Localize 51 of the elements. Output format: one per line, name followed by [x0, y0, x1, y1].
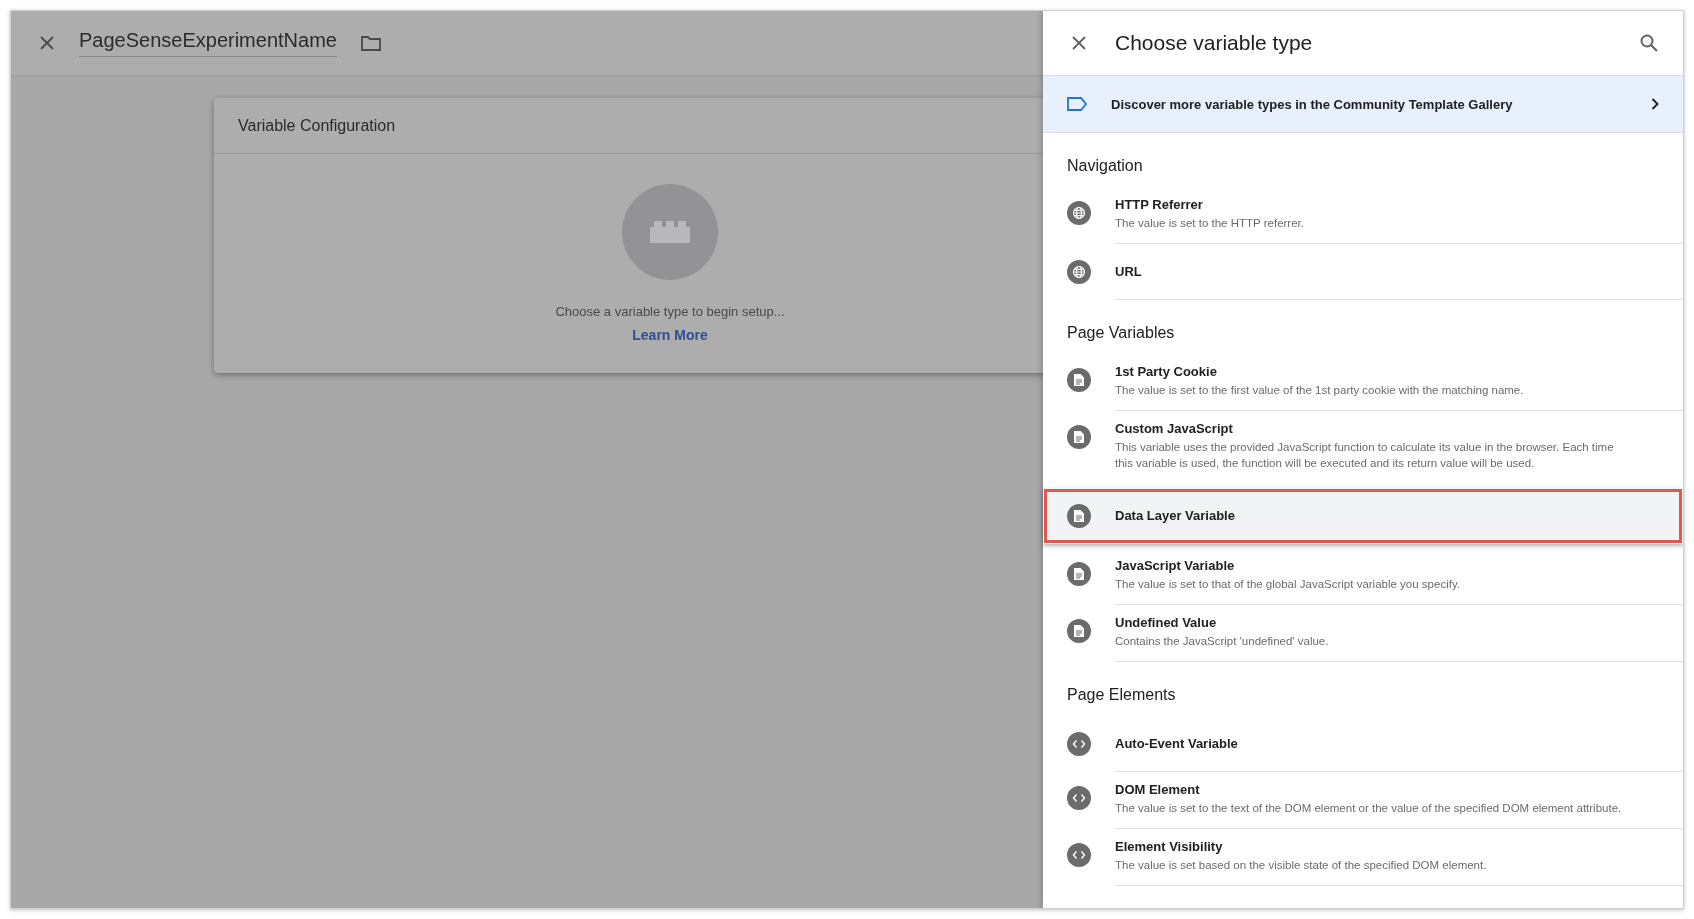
item-title: Undefined Value [1115, 615, 1218, 630]
card-title: Variable Configuration [238, 116, 396, 135]
item-description: The value is set to the text of the DOM element or the value of the specified DOM element attribute. [1115, 801, 1623, 816]
item-title: Auto-Event Variable [1115, 736, 1239, 751]
empty-state-text: Choose a variable type to begin setup... [555, 304, 785, 319]
variable-type-item[interactable]: URL [1043, 244, 1683, 300]
item-title: DOM Element [1115, 782, 1201, 797]
item-description: The value is set to the HTTP referrer. [1115, 216, 1305, 231]
item-title: HTTP Referrer [1115, 197, 1204, 212]
item-description: Contains the JavaScript 'undefined' value. [1115, 634, 1330, 649]
tag-icon [1067, 97, 1087, 111]
globe-icon [1072, 265, 1086, 279]
variable-type-item[interactable]: DOM Element The value is set to the text of the DOM element or the value of the specified DOM element attribute. [1043, 772, 1683, 829]
document-icon [1073, 509, 1085, 523]
item-title: Custom JavaScript [1115, 421, 1234, 436]
code-icon [1072, 739, 1086, 749]
variable-type-item[interactable]: Undefined Value Contains the JavaScript 'undefined' value. [1043, 605, 1683, 662]
document-icon [1073, 430, 1085, 444]
chevron-right-icon [1651, 98, 1659, 110]
variable-type-item[interactable]: JavaScript Variable The value is set to that of the global JavaScript variable you specify. [1043, 548, 1683, 605]
code-icon [1072, 850, 1086, 860]
item-description: The value is set to the first value of the 1st party cookie with the matching name. [1115, 383, 1525, 398]
section-heading: Page Variables [1066, 323, 1176, 343]
variable-type-item[interactable]: 1st Party Cookie The value is set to the first value of the 1st party cookie with the matching name. [1043, 354, 1683, 411]
item-description: The value is set to that of the global JavaScript variable you specify. [1115, 577, 1461, 592]
variable-type-item[interactable]: Auto-Event Variable [1043, 716, 1683, 772]
variable-type-item[interactable]: Element Visibility The value is set based on the visible state of the specified DOM element. [1043, 829, 1683, 886]
globe-icon [1072, 206, 1086, 220]
item-title: 1st Party Cookie [1115, 364, 1218, 379]
variable-type-item[interactable]: Data Layer Variable [1043, 488, 1683, 544]
close-icon [1071, 35, 1087, 51]
section-heading: Page Elements [1066, 685, 1177, 705]
folder-icon [360, 35, 381, 51]
learn-more-link[interactable]: Learn More [632, 327, 708, 343]
document-icon [1073, 373, 1085, 387]
search-icon [1639, 33, 1659, 53]
section-heading: Navigation [1066, 156, 1144, 176]
code-icon [1072, 793, 1086, 803]
item-title: Data Layer Variable [1115, 508, 1236, 523]
item-title: URL [1115, 264, 1143, 279]
name-field[interactable]: PageSenseExperimentName [79, 29, 337, 57]
item-description: This variable uses the provided JavaScript function to calculate its value in the browser. Each time this variable is used, the function will be executed and its return value will be used. [1115, 440, 1615, 471]
item-title: JavaScript Variable [1115, 558, 1236, 573]
item-title: Element Visibility [1115, 839, 1224, 854]
close-icon [39, 35, 55, 51]
document-icon [1073, 624, 1085, 638]
document-icon [1073, 567, 1085, 581]
variable-type-item[interactable]: HTTP Referrer The value is set to the HTTP referrer. [1043, 187, 1683, 244]
gallery-banner[interactable]: Discover more variable types in the Community Template Gallery [1043, 75, 1683, 133]
item-description: The value is set based on the visible state of the specified DOM element. [1115, 858, 1488, 873]
panel-title: Choose variable type [1115, 31, 1314, 55]
